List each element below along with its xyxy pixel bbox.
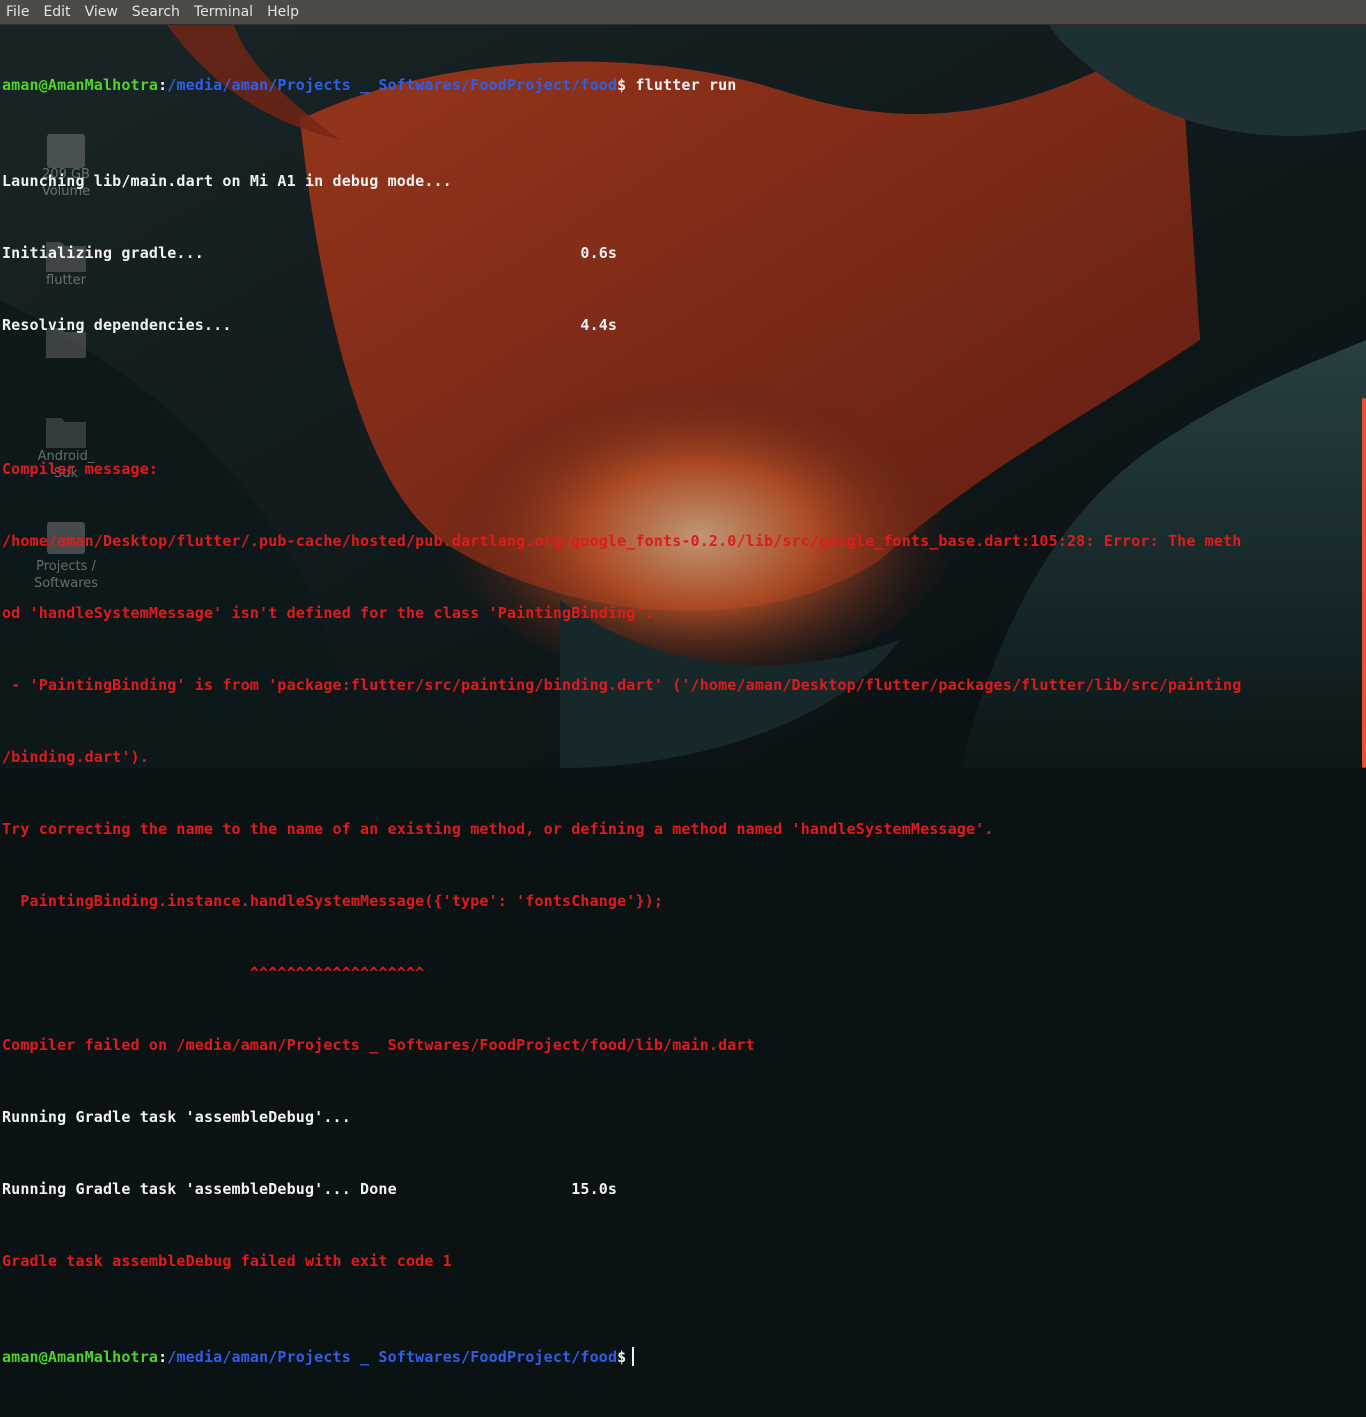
- menu-view[interactable]: View: [78, 0, 125, 24]
- prompt-separator: :: [158, 76, 168, 94]
- prompt-user-host: aman@AmanMalhotra: [2, 76, 159, 94]
- prompt-user-host: aman@AmanMalhotra: [2, 1348, 159, 1366]
- error-line: Try correcting the name to the name of a…: [2, 820, 994, 838]
- error-line: Gradle task assembleDebug failed with ex…: [2, 1252, 452, 1270]
- error-line: /home/aman/Desktop/flutter/.pub-cache/ho…: [2, 532, 1242, 550]
- terminal-window[interactable]: File Edit View Search Terminal Help aman…: [0, 0, 1366, 1366]
- text-cursor: [632, 1347, 635, 1366]
- error-line: Compiler message:: [2, 460, 159, 478]
- error-line: Compiler failed on /media/aman/Projects …: [2, 1036, 755, 1054]
- terminal-output[interactable]: aman@AmanMalhotra:/media/aman/Projects _…: [2, 25, 1354, 1417]
- error-line: ^^^^^^^^^^^^^^^^^^^: [2, 964, 425, 982]
- prompt-separator: :: [158, 1348, 168, 1366]
- output-line: Resolving dependencies... 4.4s: [2, 316, 618, 334]
- menu-edit[interactable]: Edit: [36, 0, 77, 24]
- prompt-symbol: $: [617, 1348, 627, 1366]
- output-line: Launching lib/main.dart on Mi A1 in debu…: [2, 172, 452, 190]
- error-line: - 'PaintingBinding' is from 'package:flu…: [2, 676, 1242, 694]
- menu-help[interactable]: Help: [260, 0, 306, 24]
- terminal-menubar: File Edit View Search Terminal Help: [0, 0, 1366, 25]
- scrollbar-thumb[interactable]: [1362, 398, 1366, 768]
- error-line: PaintingBinding.instance.handleSystemMes…: [2, 892, 664, 910]
- active-prompt-line[interactable]: aman@AmanMalhotra:/media/aman/Projects _…: [2, 1345, 1354, 1369]
- menu-terminal[interactable]: Terminal: [187, 0, 260, 24]
- error-line: od 'handleSystemMessage' isn't defined f…: [2, 604, 654, 622]
- menu-search[interactable]: Search: [125, 0, 187, 24]
- prompt-path: /media/aman/Projects _ Softwares/FoodPro…: [167, 76, 618, 94]
- prompt-symbol: $: [617, 76, 627, 94]
- prompt-path: /media/aman/Projects _ Softwares/FoodPro…: [167, 1348, 618, 1366]
- command-line: aman@AmanMalhotra:/media/aman/Projects _…: [2, 73, 1354, 97]
- menu-file[interactable]: File: [0, 0, 36, 24]
- command-text: flutter run: [626, 76, 737, 94]
- output-line: Running Gradle task 'assembleDebug'... D…: [2, 1180, 618, 1198]
- output-line: Initializing gradle... 0.6s: [2, 244, 618, 262]
- output-line: Running Gradle task 'assembleDebug'...: [2, 1108, 351, 1126]
- error-line: /binding.dart').: [2, 748, 149, 766]
